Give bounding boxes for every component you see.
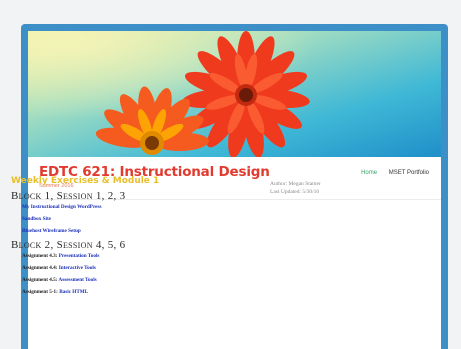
assignment-prefix: Assignment 4.4: xyxy=(22,265,59,271)
list-item: Assignment 4.5: Assessment Tools xyxy=(22,277,261,283)
header-image xyxy=(28,31,441,157)
link-bluehost-wireframe-setup[interactable]: Bluehost Wireframe Setup xyxy=(22,228,81,234)
list-item: Assignment 5-1: Basic HTML xyxy=(22,289,261,295)
link-presentation-tools[interactable]: Presentation Tools xyxy=(59,253,100,259)
main-nav: Home MSET Portfolio xyxy=(351,170,429,176)
nav-item-home[interactable]: Home xyxy=(361,170,377,176)
link-basic-html[interactable]: Basic HTML xyxy=(59,289,88,295)
list-item: My Instructional Design WordPress xyxy=(22,204,261,210)
list-item: Sandbox Site xyxy=(22,216,261,222)
last-updated-text: Last Updated: 5/30/16 xyxy=(270,189,320,195)
link-my-instructional-design-wordpress[interactable]: My Instructional Design WordPress xyxy=(22,204,102,210)
assignment-prefix: Assignment 4.5: xyxy=(22,277,59,283)
list-item: Bluehost Wireframe Setup xyxy=(22,228,261,234)
author-text: Author: Megan Stamer xyxy=(270,181,321,187)
block-heading-2: Block 2, Session 4, 5, 6 xyxy=(11,239,126,251)
page-title: Weekly Exercises & Module 1 xyxy=(11,176,160,186)
sidebar-meta: Author: Megan Stamer Last Updated: 5/30/… xyxy=(270,180,321,196)
nav-item-mset-portfolio[interactable]: MSET Portfolio xyxy=(389,170,429,176)
list-item: Assignment 4.4: Interactive Tools xyxy=(22,265,261,271)
block-2-links: Assignment 4.3: Presentation Tools Assig… xyxy=(11,253,261,295)
flower-banner-icon xyxy=(28,31,441,157)
link-sandbox-site[interactable]: Sandbox Site xyxy=(22,216,51,222)
assignment-prefix: Assignment 4.3: xyxy=(22,253,59,259)
list-item: Assignment 4.3: Presentation Tools xyxy=(22,253,261,259)
link-assessment-tools[interactable]: Assessment Tools xyxy=(58,277,96,283)
block-heading-1: Block 1, Session 1, 2, 3 xyxy=(11,190,126,202)
block-1-links: My Instructional Design WordPress Sandbo… xyxy=(11,204,261,234)
assignment-prefix: Assignment 5-1: xyxy=(22,289,60,295)
main-content: Weekly Exercises & Module 1 Block 1, Ses… xyxy=(11,176,261,301)
link-interactive-tools[interactable]: Interactive Tools xyxy=(59,265,96,271)
